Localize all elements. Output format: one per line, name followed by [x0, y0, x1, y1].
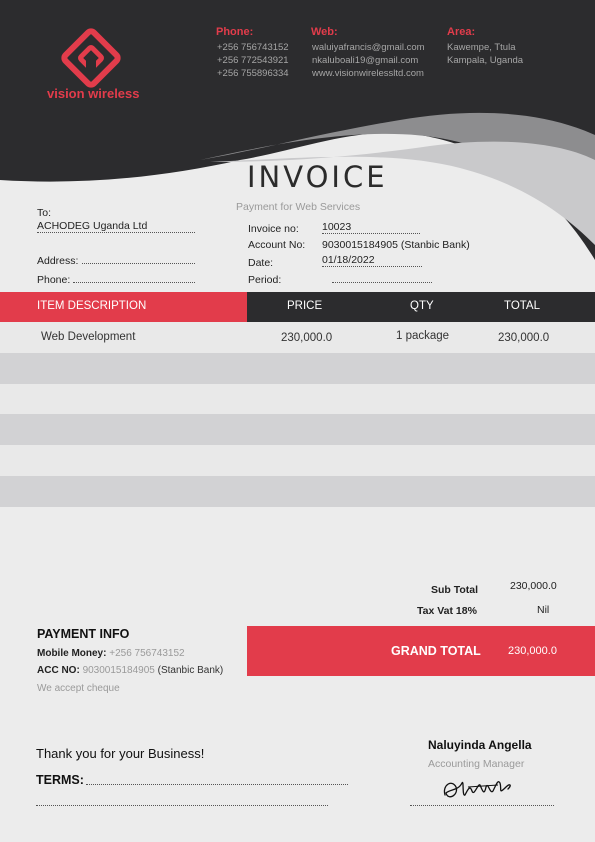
subtotal-label: Sub Total	[431, 584, 479, 596]
tax-value: Nil	[537, 604, 550, 616]
terms-line	[86, 773, 348, 785]
terms-label: TERMS:	[36, 773, 84, 787]
invoice-no-value: 10023	[322, 221, 420, 234]
payment-info-heading: PAYMENT INFO	[37, 627, 130, 641]
table-row	[0, 476, 595, 507]
phone-line: +256 772543921	[217, 55, 289, 66]
header-price: PRICE	[287, 300, 323, 312]
phone-blank	[73, 272, 195, 283]
to-label: To:	[37, 207, 52, 219]
header-total: TOTAL	[504, 300, 540, 312]
signature-line	[410, 796, 554, 806]
area-heading: Area:	[447, 26, 476, 38]
row-total: 230,000.0	[498, 332, 550, 344]
address-blank	[82, 253, 195, 264]
invoice-title: INVOICE	[247, 160, 388, 194]
header-qty: QTY	[410, 300, 434, 312]
web-line: www.visionwirelessltd.com	[312, 68, 424, 79]
invoice-subtitle: Payment for Web Services	[236, 201, 361, 213]
signer-name: Naluyinda Angella	[428, 738, 532, 752]
area-list: Kawempe, Ttula Kampala, Uganda	[447, 41, 523, 67]
phone-line: +256 755896334	[217, 68, 289, 79]
signer-role: Accounting Manager	[428, 758, 525, 770]
acc-no-line: ACC NO: 9030015184905 (Stanbic Bank)	[37, 665, 223, 676]
to-value: ACHODEG Uganda Ltd	[37, 220, 195, 233]
header-description: ITEM DESCRIPTION	[37, 300, 147, 312]
acc-bank: (Stanbic Bank)	[157, 665, 224, 676]
phone-heading: Phone:	[216, 26, 254, 38]
web-heading: Web:	[311, 26, 338, 38]
mobile-money-line: Mobile Money: +256 756743152	[37, 648, 185, 659]
period-blank	[332, 272, 432, 283]
web-line: nkaluboali19@gmail.com	[312, 55, 419, 66]
payment-note: We accept cheque	[37, 683, 120, 694]
terms-line-2	[36, 794, 328, 806]
subtotal-value: 230,000.0	[510, 580, 557, 592]
row-qty: 1 package	[396, 330, 450, 342]
table-row	[0, 384, 595, 415]
table-row	[0, 353, 595, 384]
mobile-money-value: +256 756743152	[109, 648, 185, 659]
grand-total-value: 230,000.0	[508, 645, 557, 657]
brand-name: vision wireless	[47, 86, 140, 101]
table-row: Web Development 230,000.0 1 package 230,…	[0, 322, 595, 353]
table-row	[0, 414, 595, 445]
phone-list: +256 756743152 +256 772543921 +256 75589…	[217, 41, 289, 80]
date-value: 01/18/2022	[322, 254, 422, 267]
acc-no-label: ACC NO:	[37, 665, 80, 676]
account-no-value: 9030015184905 (Stanbic Bank)	[322, 239, 470, 251]
web-line: waluiyafrancis@gmail.com	[312, 42, 425, 53]
phone-line: +256 756743152	[217, 42, 289, 53]
mobile-money-label: Mobile Money:	[37, 648, 107, 659]
thank-you-message: Thank you for your Business!	[36, 746, 205, 761]
table-row	[0, 445, 595, 476]
address-label: Address:	[37, 255, 79, 267]
area-line: Kampala, Uganda	[447, 55, 524, 66]
row-price: 230,000.0	[281, 332, 333, 344]
row-description: Web Development	[41, 331, 136, 343]
grand-total-label: GRAND TOTAL	[391, 644, 481, 658]
period-label: Period:	[248, 274, 282, 286]
invoice-no-label: Invoice no:	[248, 223, 299, 235]
brand-logo-icon	[61, 28, 121, 88]
phone-label: Phone:	[37, 274, 71, 286]
acc-no-value: 9030015184905	[82, 665, 155, 676]
area-line: Kawempe, Ttula	[447, 42, 516, 53]
date-label: Date:	[248, 257, 274, 269]
account-no-label: Account No:	[248, 239, 306, 251]
web-list: waluiyafrancis@gmail.com nkaluboali19@gm…	[312, 41, 425, 80]
tax-label: Tax Vat 18%	[417, 605, 477, 617]
